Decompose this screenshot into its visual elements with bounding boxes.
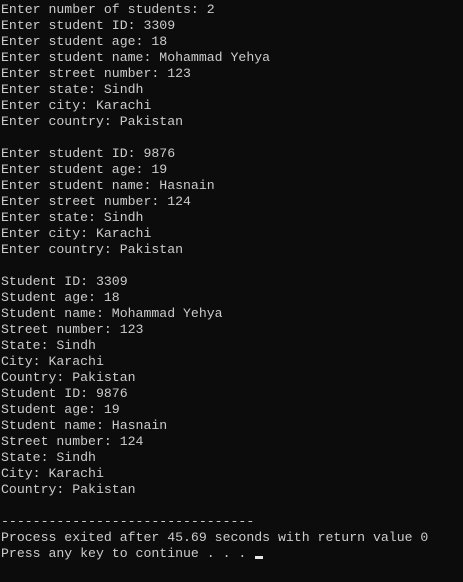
console-line: Enter student name: Mohammad Yehya <box>1 50 271 65</box>
console-line: Student name: Hasnain <box>1 418 168 433</box>
prompt-text: Press any key to continue . . . <box>1 546 255 561</box>
press-any-key-prompt: Press any key to continue . . . <box>1 546 463 562</box>
console-line-blank <box>1 498 463 514</box>
console-line: Street number: 123 <box>1 322 144 337</box>
console-line: State: Sindh <box>1 338 96 353</box>
process-exit-line: Process exited after 45.69 seconds with … <box>1 530 429 545</box>
console-line: Enter state: Sindh <box>1 210 144 225</box>
console-line: Enter student age: 18 <box>1 34 168 49</box>
console-line: Enter city: Karachi <box>1 98 152 113</box>
console-line: Enter number of students: 2 <box>1 2 215 17</box>
console-line: Enter country: Pakistan <box>1 114 184 129</box>
console-line: Street number: 124 <box>1 434 144 449</box>
separator-line: -------------------------------- <box>1 514 255 529</box>
console-line: Student name: Mohammad Yehya <box>1 306 223 321</box>
console-line: Country: Pakistan <box>1 482 136 497</box>
console-line: Country: Pakistan <box>1 370 136 385</box>
console-line: Enter country: Pakistan <box>1 242 184 257</box>
console-line-blank <box>1 258 463 274</box>
console-line: Enter student ID: 9876 <box>1 146 176 161</box>
console-line: Enter street number: 123 <box>1 66 191 81</box>
console-line: City: Karachi <box>1 466 104 481</box>
console-line: City: Karachi <box>1 354 104 369</box>
console-line: State: Sindh <box>1 450 96 465</box>
console-line: Enter city: Karachi <box>1 226 152 241</box>
console-line: Enter street number: 124 <box>1 194 191 209</box>
console-window[interactable]: Enter number of students: 2 Enter student… <box>0 0 463 582</box>
console-line: Enter student ID: 3309 <box>1 18 176 33</box>
console-line: Enter state: Sindh <box>1 82 144 97</box>
console-line: Student age: 19 <box>1 402 120 417</box>
console-line: Enter student name: Hasnain <box>1 178 215 193</box>
console-line-blank <box>1 130 463 146</box>
text-cursor <box>255 556 264 559</box>
console-line: Student ID: 3309 <box>1 274 128 289</box>
console-line: Enter student age: 19 <box>1 162 168 177</box>
console-line: Student ID: 9876 <box>1 386 128 401</box>
console-line: Student age: 18 <box>1 290 120 305</box>
console-output: Enter number of students: 2 Enter student… <box>0 0 463 562</box>
